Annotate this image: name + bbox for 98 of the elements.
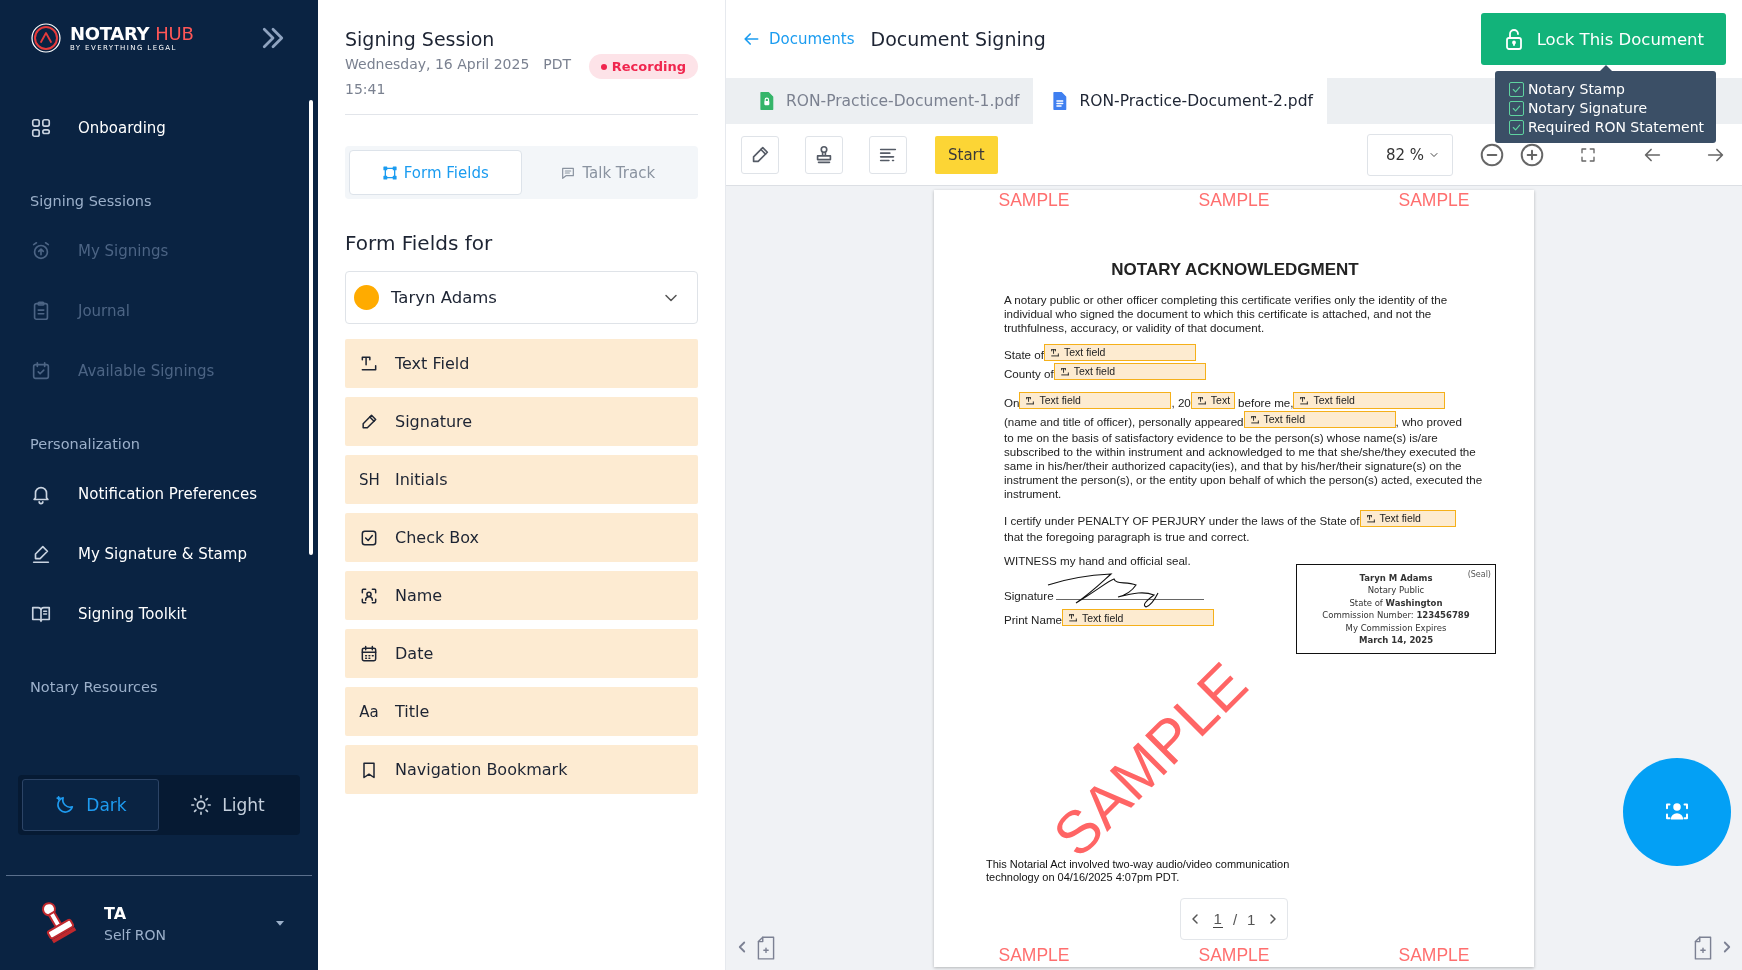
signer-dropdown[interactable]: Taryn Adams <box>345 271 698 324</box>
document-text: to me on the basis of satisfactory evidence to be the person(s) whose name(s) is/are subscribed to the within instrument and acknowledged to me that she/she/they executed the same in his/her/their authorized capacity(ies), and that by his/her/their signature(s) on the instrument the person(s), or the entity upon behalf of which the person(s) acted, executed the instrument. <box>1004 431 1483 500</box>
text-field-icon <box>1299 395 1310 406</box>
text-field-icon <box>1059 366 1070 377</box>
start-button[interactable]: Start <box>935 135 998 174</box>
seal-text: Taryn M Adams <box>1359 571 1433 584</box>
session-date: Wednesday, 16 April 2025 <box>345 56 530 72</box>
user-role: Self RON <box>104 926 166 943</box>
text-lines-button[interactable] <box>869 135 907 174</box>
document-title: NOTARY ACKNOWLEDGMENT <box>1110 260 1360 280</box>
document-paragraph: A notary public or other officer completing this certificate verifies only the identity of the individual who signed the document to which this certificate is attached, and not the truthfulness, accuracy, or validity of that document. <box>1004 293 1448 334</box>
document-tab[interactable]: RON-Practice-Document-2.pdf <box>1033 78 1327 124</box>
session-time: 15:41 <box>345 80 387 99</box>
font-icon: Aa <box>359 702 379 721</box>
session-timezone: PDT <box>543 56 572 72</box>
form-field-item[interactable]: Signature <box>345 397 698 446</box>
form-field-item[interactable]: Name <box>345 571 698 620</box>
dark-mode-button[interactable]: Dark <box>22 779 159 831</box>
total-pages: 1 <box>1247 910 1256 928</box>
fullscreen-icon <box>1579 145 1597 164</box>
pen-icon <box>30 543 52 565</box>
document-text: , who proved <box>1395 415 1462 428</box>
document-text: County of <box>1004 367 1054 380</box>
document-text: , 20 <box>1171 396 1191 409</box>
sample-mark: SAMPLE <box>998 190 1070 210</box>
section-heading: Form Fields for <box>345 230 494 256</box>
text-field[interactable]: Text field <box>1043 344 1196 361</box>
text-field-icon <box>1196 395 1207 406</box>
seal-label: (Seal) <box>1467 569 1491 581</box>
text-field[interactable]: Text field <box>1243 411 1396 428</box>
text-field[interactable]: Text field <box>1053 363 1206 380</box>
nav-item[interactable]: Signing Toolkit <box>30 584 318 644</box>
text-field[interactable]: Text <box>1190 392 1235 409</box>
text-field[interactable]: Text field <box>1019 392 1172 409</box>
section-heading: Personalization <box>30 435 141 454</box>
text-field[interactable]: Text field <box>1359 510 1456 527</box>
seal-text: My Commission Expires <box>1345 621 1447 634</box>
light-mode-button[interactable]: Light <box>159 779 296 831</box>
initials-icon: SH <box>359 470 379 489</box>
stamp-tool-button[interactable] <box>805 135 843 174</box>
page-title: Document Signing <box>870 28 1046 50</box>
sample-mark: SAMPLE <box>998 945 1070 965</box>
logo-icon <box>30 22 62 54</box>
calendar-icon <box>359 643 379 664</box>
text-field-icon <box>1025 395 1036 406</box>
document-text: (name and title of officer), personally appeared <box>1004 415 1244 428</box>
calendar-check-icon <box>30 360 52 382</box>
seal-text: March 14, 2025 <box>1358 634 1434 647</box>
form-field-item[interactable]: SH Initials <box>345 455 698 504</box>
text-field-icon <box>1068 612 1078 623</box>
text-field-icon <box>1249 414 1260 425</box>
sun-icon <box>190 794 213 816</box>
document-text: that the foregoing paragraph is true and correct. <box>1004 530 1250 543</box>
alarm-clock-icon <box>30 240 52 262</box>
document-text: Print Name <box>1004 613 1062 626</box>
seal-text: State of Washington <box>1349 596 1443 609</box>
text-field[interactable]: Text field <box>1293 392 1446 409</box>
seal-text: Notary Public <box>1367 584 1425 597</box>
form-field-item[interactable]: Text Field <box>345 339 698 388</box>
pen-tool-button[interactable] <box>741 135 779 174</box>
text-field-icon <box>1365 513 1376 524</box>
checklist-item: Notary Signature <box>1527 100 1648 116</box>
zoom-select[interactable]: 82 % <box>1366 133 1453 176</box>
document-text: State of <box>1004 348 1044 361</box>
current-page-input[interactable]: 1 <box>1212 910 1223 928</box>
user-initials: TA <box>104 903 128 923</box>
sample-mark: SAMPLE <box>1198 190 1270 210</box>
frame-corners-icon <box>381 164 398 181</box>
nav-item[interactable]: Notification Preferences <box>30 464 318 524</box>
text-field-icon <box>1049 347 1060 358</box>
document-footnote: This Notarial Act involved two-way audio/video communication technology on 04/16/2025 4:07pm PDT. <box>985 858 1291 883</box>
form-field-item[interactable]: Date <box>345 629 698 678</box>
document-text: Signature <box>1004 589 1054 602</box>
section-heading: Notary Resources <box>30 678 159 697</box>
form-field-item[interactable]: Aa Title <box>345 687 698 736</box>
nav-item[interactable]: My Signature & Stamp <box>30 524 318 584</box>
section-heading: Signing Sessions <box>30 192 153 211</box>
document-text: before me, <box>1238 396 1294 409</box>
zoom-out-icon <box>1479 141 1505 168</box>
sample-mark: SAMPLE <box>1198 945 1270 965</box>
grid-icon <box>30 117 52 139</box>
page-separator: / <box>1232 910 1238 928</box>
document-text: WITNESS my hand and official seal. <box>1004 554 1191 567</box>
brand-name: NOTARY HUB <box>70 23 194 44</box>
document-text: On <box>1004 396 1020 409</box>
seal-text: Commission Number: 123456789 <box>1322 609 1470 622</box>
text-field[interactable]: Text field <box>1062 609 1214 626</box>
nav-item[interactable]: Onboarding <box>30 98 318 158</box>
sample-mark: SAMPLE <box>1398 190 1470 210</box>
form-field-item[interactable]: Navigation Bookmark <box>345 745 698 794</box>
checklist-item: Required RON Statement <box>1527 119 1704 135</box>
form-field-item[interactable]: Check Box <box>345 513 698 562</box>
document-text: I certify under PENALTY OF PERJURY under the laws of the State of <box>1004 514 1360 527</box>
checklist-item: Notary Stamp <box>1527 81 1625 97</box>
zoom-in-icon <box>1519 141 1545 168</box>
sample-mark: SAMPLE <box>1398 945 1470 965</box>
session-title: Signing Session <box>345 27 496 52</box>
recording-badge: Recording <box>588 54 698 79</box>
